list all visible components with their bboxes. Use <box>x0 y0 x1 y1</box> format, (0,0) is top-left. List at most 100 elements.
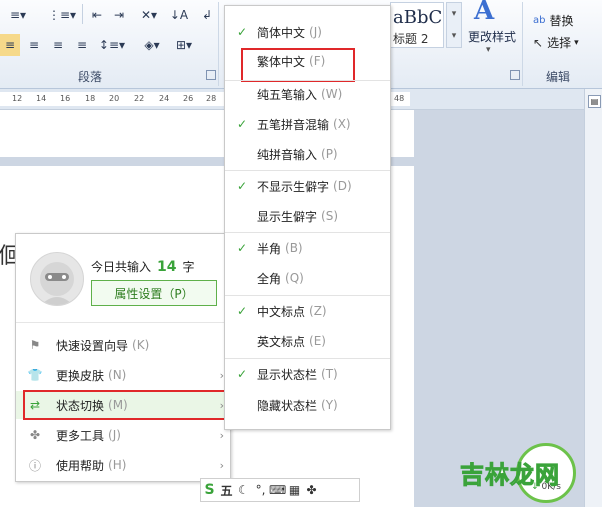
chinese-layout-button[interactable]: ✕▾ <box>134 4 164 26</box>
submenu-item-show-rare[interactable]: 显示生僻字 (S) <box>225 202 390 230</box>
highlight-box <box>23 390 226 420</box>
ruler-tick: 48 <box>394 94 405 103</box>
keyboard-icon[interactable]: ⌨ <box>269 483 286 497</box>
submenu-item-simplified[interactable]: ✓ 简体中文 (J) <box>225 18 390 46</box>
group-divider <box>522 2 523 86</box>
replace-button[interactable]: ab 替换 <box>533 12 574 29</box>
check-icon: ✓ <box>236 367 248 381</box>
submenu-separator <box>225 170 390 171</box>
submenu-item-key: (X) <box>333 117 351 131</box>
change-styles-icon: A <box>474 0 495 26</box>
menu-item-more-tools[interactable]: ✤ 更多工具 (J) › <box>16 421 230 449</box>
align-right-button[interactable]: ≡ <box>48 34 68 56</box>
submenu-item-full-width[interactable]: 全角 (Q) <box>225 264 390 292</box>
submenu-item-hide-statusbar[interactable]: 隐藏状态栏 (Y) <box>225 391 390 419</box>
chevron-right-icon: › <box>219 428 224 442</box>
submenu-item-wubi-pinyin[interactable]: ✓ 五笔拼音混输 (X) <box>225 110 390 138</box>
submenu-separator <box>225 232 390 233</box>
ruler-tick: 22 <box>134 94 145 103</box>
chevron-right-icon: › <box>219 458 224 472</box>
ruler-tick: 18 <box>85 94 96 103</box>
submenu-item-label: 纯五笔输入 <box>257 87 318 102</box>
menu-item-key: (N) <box>108 368 127 382</box>
moon-icon[interactable]: ☾ <box>235 483 252 497</box>
select-button[interactable]: ↖ 选择 ▾ <box>533 34 579 51</box>
submenu-item-label: 显示状态栏 <box>257 367 318 382</box>
ruler-tick: 16 <box>60 94 71 103</box>
style-gallery[interactable]: aBbC 标题 2 <box>390 2 444 48</box>
style-scroll-arrows[interactable]: ▾ ▾ <box>446 2 462 48</box>
style-preview: aBbC <box>393 7 443 28</box>
ruler-tick: 24 <box>159 94 170 103</box>
ime-status-bar[interactable]: S 五 ☾ °, ⌨ ▦ ✤ <box>200 478 360 502</box>
avatar-face-icon <box>40 262 74 305</box>
edit-group-label: 编辑 <box>546 70 571 84</box>
paragraph-group-label: 段落 <box>78 70 103 84</box>
menu-item-label: 更多工具 <box>56 428 105 443</box>
avatar <box>30 252 84 306</box>
shading-button[interactable]: ◈▾ <box>138 34 166 56</box>
submenu-item-key: (B) <box>285 241 303 255</box>
cursor-icon: ↖ <box>533 35 544 50</box>
submenu-item-en-punct[interactable]: 英文标点 (E) <box>225 327 390 355</box>
line-spacing-button[interactable]: ↕≡▾ <box>96 34 128 56</box>
highlight-box <box>241 48 355 82</box>
menu-item-key: (H) <box>108 458 127 472</box>
submenu-item-pure-wubi[interactable]: 纯五笔输入 (W) <box>225 80 390 108</box>
grid-icon[interactable]: ▦ <box>286 483 303 497</box>
submenu-item-key: (Q) <box>285 271 304 285</box>
help-circle-icon: ⓘ <box>28 458 41 473</box>
submenu-item-half-width[interactable]: ✓ 半角 (B) <box>225 234 390 262</box>
punct-icon[interactable]: °, <box>252 483 269 497</box>
increase-indent-button[interactable]: ⇥ <box>108 4 130 26</box>
today-input-stats: 今日共输入 14 字 <box>91 258 195 275</box>
submenu-item-cn-punct[interactable]: ✓ 中文标点 (Z) <box>225 297 390 325</box>
submenu-item-show-statusbar[interactable]: ✓ 显示状态栏 (T) <box>225 360 390 388</box>
menu-item-change-skin[interactable]: 👕 更换皮肤 (N) › <box>16 361 230 389</box>
align-center-button[interactable]: ≡ <box>24 34 44 56</box>
ruler-tick: 14 <box>36 94 47 103</box>
check-icon: ✓ <box>236 241 248 255</box>
ruler-tick: 28 <box>206 94 217 103</box>
clover-icon: ✤ <box>29 428 41 442</box>
today-prefix: 今日共输入 <box>91 260 152 274</box>
ruler-toggle-icon[interactable]: ▤ <box>588 95 601 108</box>
group-divider <box>218 2 219 86</box>
ime-menu-panel: 今日共输入 14 字 属性设置（P） ⚑ 快速设置向导 (K) 👕 更换皮肤 (… <box>15 233 231 482</box>
submenu-separator <box>225 358 390 359</box>
ime-logo-icon[interactable]: S <box>201 482 218 498</box>
separator <box>82 4 83 24</box>
properties-button[interactable]: 属性设置（P） <box>91 280 217 306</box>
styles-launcher[interactable] <box>510 70 520 80</box>
submenu-item-key: (D) <box>333 179 352 193</box>
decrease-indent-button[interactable]: ⇤ <box>86 4 108 26</box>
numbering-button[interactable]: ≡▾ <box>0 4 36 26</box>
input-mode-indicator[interactable]: 五 <box>218 482 235 499</box>
submenu-item-key: (Y) <box>321 398 338 412</box>
select-label: 选择 <box>547 36 572 50</box>
submenu-item-key: (W) <box>321 87 343 101</box>
justify-button[interactable]: ≡ <box>72 34 92 56</box>
flag-icon: ⚑ <box>29 338 41 352</box>
multilevel-list-button[interactable]: ⋮≡▾ <box>44 4 80 26</box>
menu-item-setup-wizard[interactable]: ⚑ 快速设置向导 (K) <box>16 331 230 359</box>
change-styles-button[interactable]: 更改样式 <box>468 28 516 45</box>
submenu-item-label: 中文标点 <box>257 304 306 319</box>
submenu-item-key: (Z) <box>309 304 327 318</box>
paragraph-launcher[interactable] <box>206 70 216 80</box>
submenu-item-label: 显示生僻字 <box>257 209 318 224</box>
menu-item-help[interactable]: ⓘ 使用帮助 (H) › <box>16 451 230 479</box>
menu-item-key: (K) <box>132 338 150 352</box>
submenu-item-pure-pinyin[interactable]: 纯拼音输入 (P) <box>225 140 390 168</box>
submenu-item-label: 五笔拼音混输 <box>257 117 330 132</box>
sort-button[interactable]: ↓A <box>168 4 190 26</box>
submenu-item-hide-rare[interactable]: ✓ 不显示生僻字 (D) <box>225 172 390 200</box>
borders-button[interactable]: ⊞▾ <box>170 34 198 56</box>
submenu-item-label: 纯拼音输入 <box>257 147 318 162</box>
vertical-scrollbar[interactable]: ▤ <box>584 89 602 507</box>
clover-icon[interactable]: ✤ <box>303 483 320 497</box>
show-marks-button[interactable]: ↲ <box>196 4 218 26</box>
menu-item-label: 快速设置向导 <box>56 338 129 353</box>
align-left-button[interactable]: ≡ <box>0 34 20 56</box>
shirt-icon: 👕 <box>27 368 43 382</box>
